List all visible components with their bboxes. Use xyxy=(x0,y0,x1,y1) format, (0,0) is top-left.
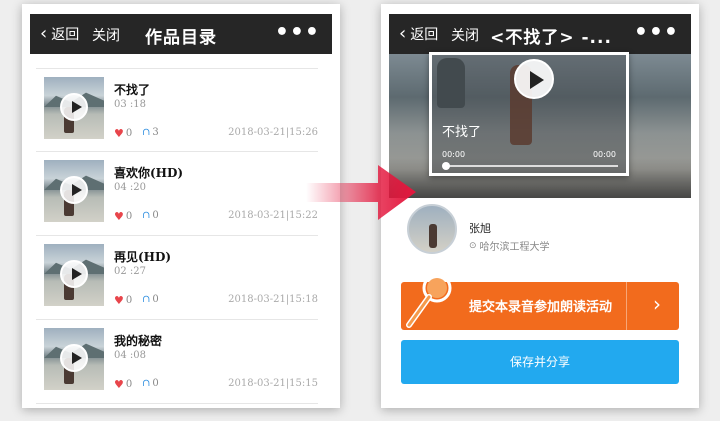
item-date: 2018-03-21|15:15 xyxy=(228,378,318,389)
listen-value: 0 xyxy=(152,294,159,305)
author-name: 张旭 xyxy=(469,222,491,235)
item-duration: 04 :08 xyxy=(114,350,146,361)
divider xyxy=(626,282,627,330)
current-time: 00:00 xyxy=(442,150,466,159)
item-duration: 04 :20 xyxy=(114,182,146,193)
headphones-icon: ∩ xyxy=(142,294,151,305)
listen-count: ∩ 3 xyxy=(142,127,159,138)
listen-count: ∩ 0 xyxy=(142,378,159,389)
player-screen: ‹ 返回 关闭 <不找了> -... ••• 不找了 00:00 00:00 张… xyxy=(381,4,699,408)
like-value: 0 xyxy=(125,211,133,222)
like-count[interactable]: ♥ 0 xyxy=(114,210,132,223)
video-caption: 不找了 xyxy=(442,125,482,140)
play-icon[interactable] xyxy=(514,59,554,99)
more-icon[interactable]: ••• xyxy=(275,20,320,45)
submit-label: 提交本录音参加朗读活动 xyxy=(469,300,613,315)
progress-bar[interactable] xyxy=(446,165,618,167)
listen-value: 0 xyxy=(152,378,159,389)
heart-icon: ♥ xyxy=(114,210,124,223)
nav-bar: ‹ 返回 关闭 <不找了> -... ••• xyxy=(389,14,691,54)
play-icon[interactable] xyxy=(60,93,88,121)
item-duration: 02 :27 xyxy=(114,266,146,277)
listen-count: ∩ 0 xyxy=(142,294,159,305)
video-thumbnail[interactable] xyxy=(44,328,104,390)
submit-recording-button[interactable]: 提交本录音参加朗读活动 › xyxy=(401,273,679,330)
more-icon[interactable]: ••• xyxy=(634,20,679,45)
like-value: 0 xyxy=(125,128,133,139)
save-share-button[interactable]: 保存并分享 xyxy=(401,340,679,384)
video-player[interactable]: 不找了 00:00 00:00 xyxy=(429,52,629,176)
arrow-right-icon xyxy=(306,165,416,220)
item-title: 再见(HD) xyxy=(114,250,172,264)
play-icon[interactable] xyxy=(60,176,88,204)
item-date: 2018-03-21|15:22 xyxy=(228,210,318,221)
video-thumbnail[interactable] xyxy=(44,244,104,306)
page-title: <不找了> -... xyxy=(490,28,612,48)
video-thumbnail[interactable] xyxy=(44,160,104,222)
works-list: 不找了 03 :18 ♥ 0 ∩ 3 2018-03-21|15:26 喜欢你(HD… xyxy=(36,68,318,404)
heart-icon: ♥ xyxy=(114,378,124,391)
progress-knob[interactable] xyxy=(442,162,450,170)
item-title: 我的秘密 xyxy=(114,334,163,348)
play-icon[interactable] xyxy=(60,344,88,372)
like-count[interactable]: ♥ 0 xyxy=(114,378,132,391)
listen-count: ∩ 0 xyxy=(142,210,159,221)
like-value: 0 xyxy=(125,295,133,306)
back-button[interactable]: ‹ 返回 xyxy=(399,24,438,44)
like-value: 0 xyxy=(125,379,133,390)
headphones-icon: ∩ xyxy=(142,210,151,221)
screenshot-stage: ‹ 返回 关闭 作品目录 ••• 不找了 03 :18 ♥ 0 ∩ 3 2018-0… xyxy=(0,0,720,421)
nav-bar: ‹ 返回 关闭 作品目录 ••• xyxy=(30,14,332,54)
avatar-figure xyxy=(429,224,437,248)
item-date: 2018-03-21|15:26 xyxy=(228,127,318,138)
headphones-icon: ∩ xyxy=(142,378,151,389)
like-count[interactable]: ♥ 0 xyxy=(114,294,132,307)
total-time: 00:00 xyxy=(592,150,616,159)
item-title: 不找了 xyxy=(114,83,151,97)
listen-value: 0 xyxy=(152,210,159,221)
heart-icon: ♥ xyxy=(114,294,124,307)
list-item[interactable]: 喜欢你(HD) 04 :20 ♥ 0 ∩ 0 2018-03-21|15:22 xyxy=(36,152,318,236)
item-duration: 03 :18 xyxy=(114,99,146,110)
catalog-screen: ‹ 返回 关闭 作品目录 ••• 不找了 03 :18 ♥ 0 ∩ 3 2018-0… xyxy=(22,4,340,408)
list-item[interactable]: 不找了 03 :18 ♥ 0 ∩ 3 2018-03-21|15:26 xyxy=(36,68,318,152)
chevron-left-icon: ‹ xyxy=(399,23,407,44)
list-item[interactable]: 我的秘密 04 :08 ♥ 0 ∩ 0 2018-03-21|15:15 xyxy=(36,320,318,404)
listen-value: 3 xyxy=(152,127,159,138)
location-icon: ⊙ xyxy=(469,240,477,251)
heart-icon: ♥ xyxy=(114,127,124,140)
chevron-right-icon: › xyxy=(653,292,661,316)
like-count[interactable]: ♥ 0 xyxy=(114,127,132,140)
video-thumbnail[interactable] xyxy=(44,77,104,139)
item-title: 喜欢你(HD) xyxy=(114,166,184,180)
back-label: 返回 xyxy=(410,27,439,43)
school-label: 哈尔滨工程大学 xyxy=(479,242,550,253)
author-school: ⊙ 哈尔滨工程大学 xyxy=(469,238,550,254)
microphone-icon xyxy=(406,273,452,328)
play-icon[interactable] xyxy=(60,260,88,288)
list-item[interactable]: 再见(HD) 02 :27 ♥ 0 ∩ 0 2018-03-21|15:18 xyxy=(36,236,318,320)
headphones-icon: ∩ xyxy=(142,127,151,138)
item-date: 2018-03-21|15:18 xyxy=(228,294,318,305)
